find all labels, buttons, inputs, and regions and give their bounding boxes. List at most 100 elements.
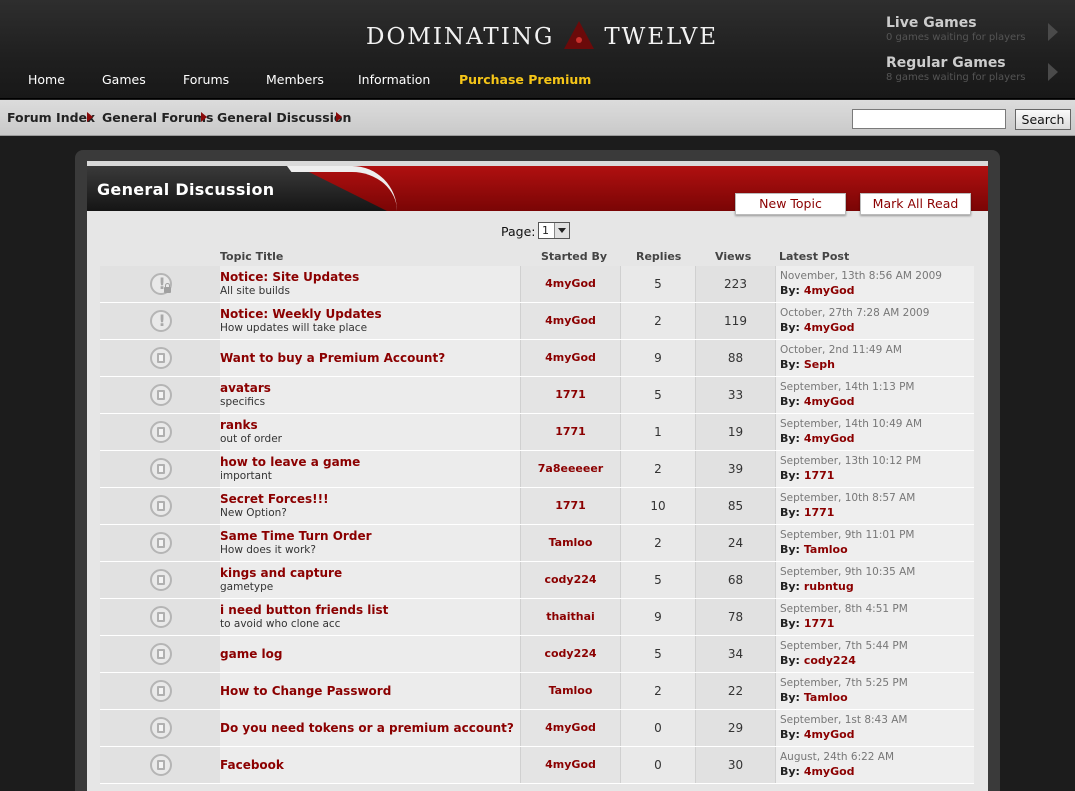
latest-post-author-link[interactable]: Seph — [804, 358, 835, 371]
topic-views: 22 — [727, 684, 744, 698]
topic-title-link[interactable]: i need button friends list — [220, 603, 388, 617]
latest-post-author-link[interactable]: 1771 — [804, 506, 835, 519]
table-row[interactable]: Secret Forces!!! New Option? 1771 10 85 Septe… — [100, 488, 974, 525]
latest-post-by-prefix: By: — [780, 469, 800, 482]
nav-members[interactable]: Members — [266, 72, 324, 87]
topic-title-link[interactable]: ranks — [220, 418, 258, 432]
latest-post-date: September, 9th 11:01 PM — [780, 529, 915, 541]
topic-author-link[interactable]: 4myGod — [521, 314, 620, 327]
topic-views: 39 — [727, 462, 744, 476]
latest-post-date: October, 2nd 11:49 AM — [780, 344, 902, 356]
topic-title-link[interactable]: How to Change Password — [220, 684, 391, 698]
latest-post-author-link[interactable]: Tamloo — [804, 691, 848, 704]
latest-post-by-prefix: By: — [780, 543, 800, 556]
latest-post-by: By: rubntug — [780, 580, 854, 593]
breadcrumb-arrow-icon — [201, 112, 207, 122]
regular-games-title: Regular Games — [886, 55, 1006, 71]
latest-post-author-link[interactable]: 4myGod — [804, 395, 855, 408]
topic-title-link[interactable]: how to leave a game — [220, 455, 360, 469]
topic-author-link[interactable]: 1771 — [521, 388, 620, 401]
mark-all-read-button[interactable]: Mark All Read — [860, 193, 971, 215]
topic-author-link[interactable]: 4myGod — [521, 721, 620, 734]
table-row[interactable]: ! Notice: Weekly Updates How updates will … — [100, 303, 974, 340]
topic-author-link[interactable]: Tamloo — [521, 684, 620, 697]
latest-post-author-link[interactable]: 4myGod — [804, 728, 855, 741]
topic-title-link[interactable]: Want to buy a Premium Account? — [220, 351, 445, 365]
topic-author-link[interactable]: thaithai — [521, 610, 620, 623]
latest-post-by: By: 1771 — [780, 506, 834, 519]
breadcrumb-general-forums[interactable]: General Forums — [102, 110, 214, 125]
search-button[interactable]: Search — [1015, 109, 1071, 130]
breadcrumb-general-discussion[interactable]: General Discussion — [217, 110, 351, 125]
latest-post-date: September, 13th 10:12 PM — [780, 455, 922, 467]
nav-purchase-premium[interactable]: Purchase Premium — [459, 72, 591, 87]
topic-author-link[interactable]: Tamloo — [521, 536, 620, 549]
table-row[interactable]: avatars specifics 1771 5 33 September, 14th 1… — [100, 377, 974, 414]
topic-views: 33 — [727, 388, 744, 402]
latest-post-date: September, 1st 8:43 AM — [780, 714, 908, 726]
topic-author-link[interactable]: 1771 — [521, 499, 620, 512]
latest-post-author-link[interactable]: rubntug — [804, 580, 854, 593]
live-games-link[interactable]: Live Games 0 games waiting for players — [886, 15, 1066, 49]
topic-author-link[interactable]: 7a8eeeeer — [521, 462, 620, 475]
latest-post-by-prefix: By: — [780, 728, 800, 741]
table-row[interactable]: Same Time Turn Order How does it work? Tam… — [100, 525, 974, 562]
topic-author-link[interactable]: 1771 — [521, 425, 620, 438]
topic-author-link[interactable]: cody224 — [521, 573, 620, 586]
latest-post-author-link[interactable]: 1771 — [804, 617, 835, 630]
topic-subtitle: All site builds — [220, 285, 290, 297]
table-row[interactable]: Facebook 4myGod 0 30 August, 24th 6:22 AM By:… — [100, 747, 974, 784]
topic-replies: 2 — [654, 314, 662, 328]
topic-title-link[interactable]: avatars — [220, 381, 271, 395]
topic-title-link[interactable]: game log — [220, 647, 282, 661]
topic-views: 24 — [727, 536, 744, 550]
site-logo[interactable]: DOMINATING TWELVE — [366, 21, 718, 52]
topic-author-link[interactable]: 4myGod — [521, 758, 620, 771]
latest-post-author-link[interactable]: 4myGod — [804, 321, 855, 334]
latest-post-by: By: 1771 — [780, 617, 834, 630]
table-row[interactable]: i need button friends list to avoid who c… — [100, 599, 974, 636]
table-row[interactable]: how to leave a game important 7a8eeeeer 2 39… — [100, 451, 974, 488]
latest-post-by-prefix: By: — [780, 617, 800, 630]
latest-post-author-link[interactable]: 1771 — [804, 469, 835, 482]
page-select[interactable]: 1 — [538, 222, 570, 239]
latest-post-author-link[interactable]: 4myGod — [804, 284, 855, 297]
nav-home[interactable]: Home — [28, 72, 65, 87]
table-row[interactable]: ranks out of order 1771 1 19 September, 14th … — [100, 414, 974, 451]
nav-games[interactable]: Games — [102, 72, 146, 87]
topic-title-link[interactable]: Do you need tokens or a premium account? — [220, 721, 514, 735]
topic-icon — [150, 606, 172, 628]
topic-title-link[interactable]: Same Time Turn Order — [220, 529, 372, 543]
table-row[interactable]: kings and capture gametype cody224 5 68 Septe… — [100, 562, 974, 599]
latest-post-by-prefix: By: — [780, 358, 800, 371]
nav-forums[interactable]: Forums — [183, 72, 229, 87]
topic-title-link[interactable]: kings and capture — [220, 566, 342, 580]
table-row[interactable]: ! Notice: Site Updates All site builds 4myG… — [100, 266, 974, 303]
topic-title-link[interactable]: Facebook — [220, 758, 284, 772]
new-topic-button[interactable]: New Topic — [735, 193, 846, 215]
breadcrumb-forum-index[interactable]: Forum Index — [7, 110, 95, 125]
latest-post-author-link[interactable]: Tamloo — [804, 543, 848, 556]
regular-games-link[interactable]: Regular Games 8 games waiting for player… — [886, 55, 1066, 89]
table-row[interactable]: Do you need tokens or a premium account?… — [100, 710, 974, 747]
topic-author-link[interactable]: cody224 — [521, 647, 620, 660]
table-row[interactable]: Want to buy a Premium Account? 4myGod 9 88 O… — [100, 340, 974, 377]
chevron-down-icon — [554, 223, 569, 238]
topic-replies: 2 — [654, 536, 662, 550]
topic-author-link[interactable]: 4myGod — [521, 351, 620, 364]
topic-title-link[interactable]: Notice: Site Updates — [220, 270, 359, 284]
latest-post-author-link[interactable]: 4myGod — [804, 432, 855, 445]
nav-information[interactable]: Information — [358, 72, 430, 87]
latest-post-by: By: 4myGod — [780, 321, 855, 334]
latest-post-author-link[interactable]: 4myGod — [804, 765, 855, 778]
search-input[interactable] — [852, 109, 1006, 129]
latest-post-author-link[interactable]: cody224 — [804, 654, 856, 667]
latest-post-by: By: Tamloo — [780, 691, 848, 704]
table-row[interactable]: game log cody224 5 34 September, 7th 5:44 PM… — [100, 636, 974, 673]
topic-title-link[interactable]: Secret Forces!!! — [220, 492, 329, 506]
topic-title-link[interactable]: Notice: Weekly Updates — [220, 307, 382, 321]
latest-post-date: September, 7th 5:44 PM — [780, 640, 908, 652]
table-row[interactable]: How to Change Password Tamloo 2 22 September… — [100, 673, 974, 710]
regular-games-subtitle: 8 games waiting for players — [886, 72, 1026, 83]
topic-author-link[interactable]: 4myGod — [521, 277, 620, 290]
